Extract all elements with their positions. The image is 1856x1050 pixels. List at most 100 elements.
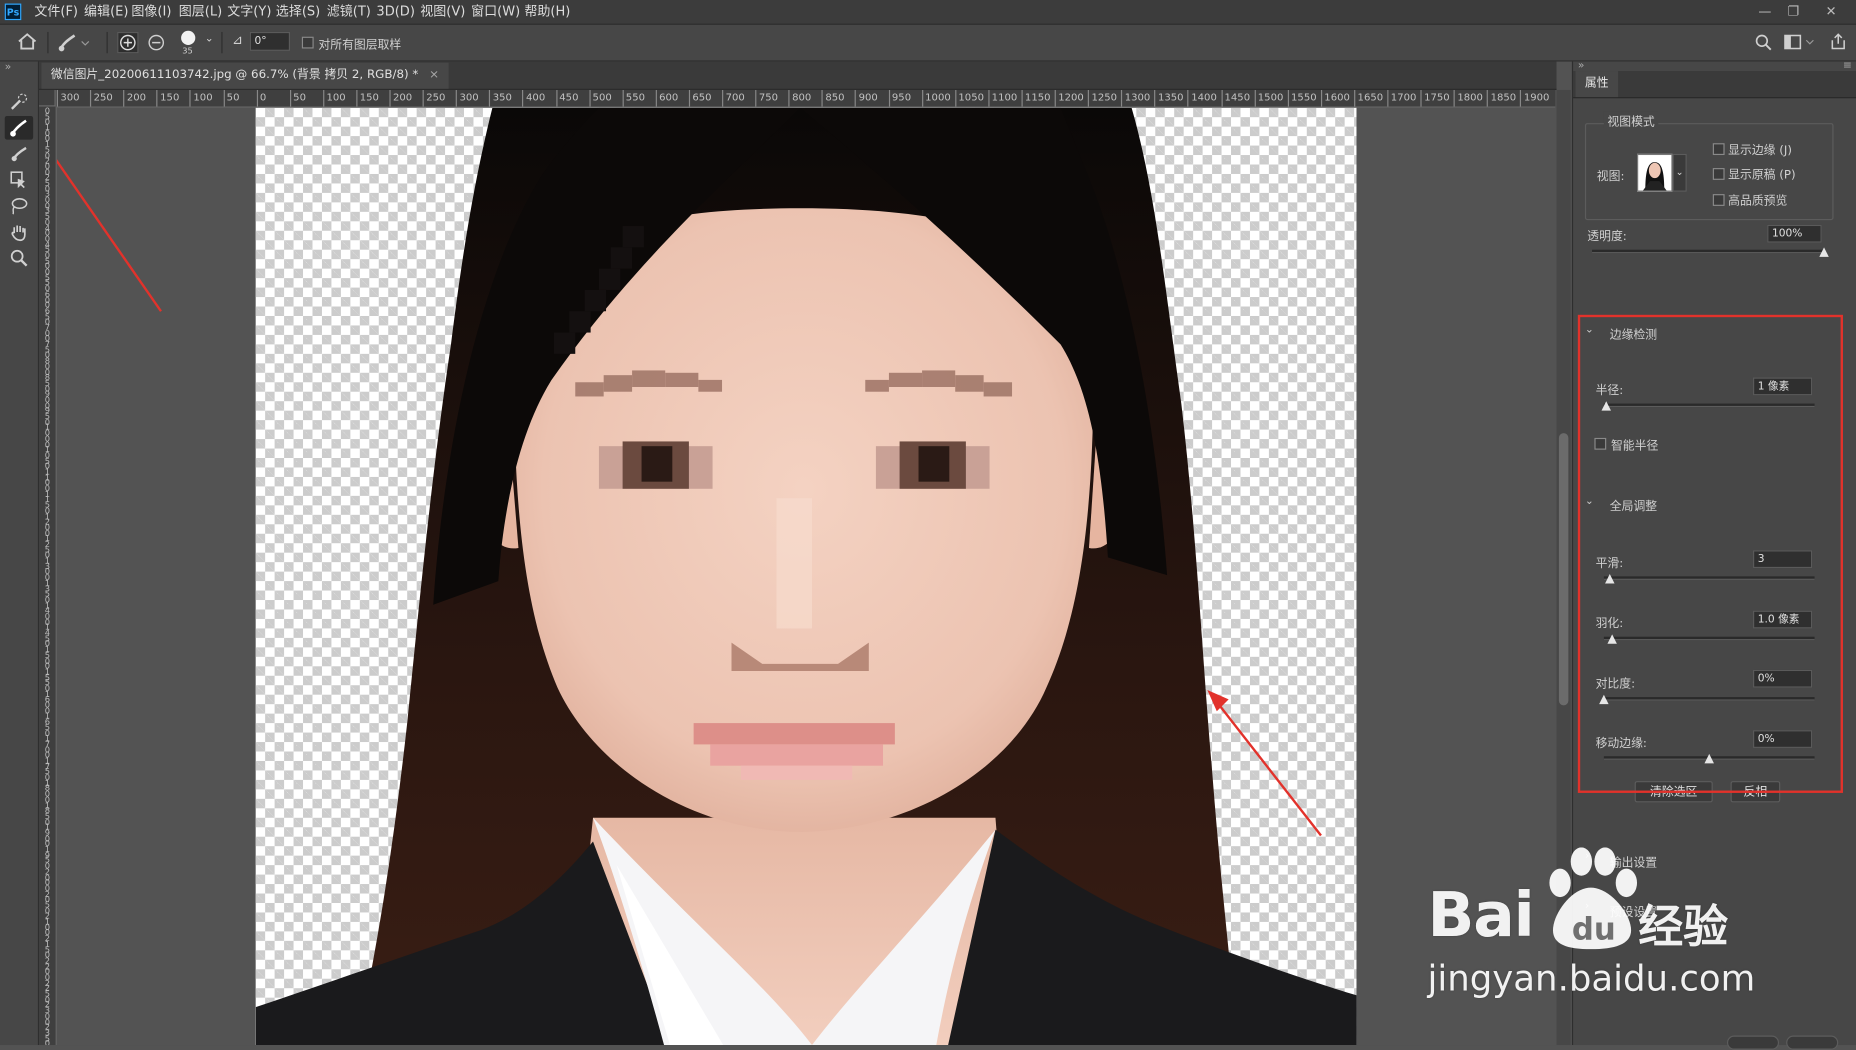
document-tab-bar: 微信图片_20200611103742.jpg @ 66.7% (背景 拷贝 2… bbox=[39, 61, 1557, 90]
document-tab[interactable]: 微信图片_20200611103742.jpg @ 66.7% (背景 拷贝 2… bbox=[41, 62, 449, 89]
menu-3d[interactable]: 3D(D) bbox=[376, 0, 415, 24]
refine-edge-brush-tool-icon[interactable] bbox=[4, 115, 34, 140]
ruler-tick-label: 0 bbox=[44, 1039, 50, 1046]
home-icon[interactable] bbox=[17, 32, 38, 54]
opacity-slider-thumb[interactable] bbox=[1819, 247, 1829, 257]
ruler-tick-label: 1700 bbox=[1387, 89, 1416, 107]
ruler-tick-label: 750 bbox=[755, 89, 778, 107]
ruler-tick-label: 50 bbox=[289, 89, 306, 107]
share-icon[interactable] bbox=[1829, 32, 1848, 54]
opacity-input[interactable]: 100% bbox=[1767, 224, 1822, 243]
ruler-tick-label: 200 bbox=[123, 89, 146, 107]
menu-window[interactable]: 窗口(W) bbox=[471, 0, 520, 24]
zoom-tool-icon[interactable] bbox=[5, 246, 33, 270]
properties-tab-bar: 属性 bbox=[1573, 71, 1856, 99]
close-window-button[interactable]: ✕ bbox=[1818, 0, 1844, 24]
ruler-tick-label: 1000 bbox=[921, 89, 951, 107]
angle-input[interactable]: 0° bbox=[249, 31, 290, 51]
hq-preview-checkbox[interactable] bbox=[1712, 194, 1725, 206]
sample-all-layers-checkbox[interactable] bbox=[301, 36, 314, 49]
subtract-mode-icon[interactable] bbox=[146, 32, 167, 57]
ruler-tick-label: 150 bbox=[356, 89, 379, 107]
ruler-tick-label: 300 bbox=[455, 89, 479, 107]
menu-type[interactable]: 文字(Y) bbox=[227, 0, 271, 24]
ruler-tick-label: 1400 bbox=[1187, 89, 1217, 107]
red-arrow-right bbox=[1211, 695, 1322, 837]
ruler-tick-label: 1550 bbox=[1287, 89, 1317, 107]
brush-tool-icon[interactable] bbox=[5, 142, 33, 166]
tab-properties[interactable]: 属性 bbox=[1575, 71, 1619, 98]
baidu-watermark: Bai du 经验 jingyan.baidu.com bbox=[1420, 838, 1799, 1027]
ruler-tick-label: 250 bbox=[90, 89, 113, 107]
tools-panel: » bbox=[0, 61, 40, 1046]
view-thumbnail[interactable] bbox=[1637, 153, 1673, 192]
ruler-tick-label: 1650 bbox=[1353, 89, 1383, 107]
close-tab-icon[interactable]: × bbox=[429, 69, 439, 82]
ruler-tick-label: 1800 bbox=[1453, 89, 1483, 107]
restore-button[interactable]: ❐ bbox=[1780, 0, 1806, 24]
minimize-button[interactable]: — bbox=[1752, 0, 1778, 24]
ruler-tick-label: 1250 bbox=[1087, 89, 1117, 107]
ruler-tick-label: 100 bbox=[322, 89, 346, 107]
ok-button[interactable] bbox=[1786, 1035, 1839, 1050]
ruler-tick-label: 300 bbox=[56, 89, 80, 107]
show-original-checkbox[interactable] bbox=[1712, 168, 1725, 180]
ruler-tick-label: 50 bbox=[223, 89, 239, 107]
opacity-slider-track[interactable] bbox=[1592, 249, 1825, 254]
canvas-area[interactable] bbox=[56, 107, 1556, 1046]
menu-bar: Ps 文件(F) 编辑(E) 图像(I) 图层(L) 文字(Y) 选择(S) 滤… bbox=[0, 0, 1856, 25]
menu-select[interactable]: 选择(S) bbox=[276, 0, 320, 24]
vertical-ruler: 0501001502002503003504004505005506006507… bbox=[39, 106, 57, 1046]
cancel-button[interactable] bbox=[1726, 1035, 1780, 1050]
ruler-tick-label: 600 bbox=[655, 89, 678, 107]
ruler-tick-label: 1900 bbox=[1520, 89, 1549, 107]
ruler-tick-label: 1750 bbox=[1420, 89, 1450, 107]
ruler-tick-label: 800 bbox=[788, 89, 811, 107]
menu-view[interactable]: 视图(V) bbox=[420, 0, 465, 24]
show-edge-label: 显示边缘 (J) bbox=[1728, 144, 1793, 158]
menu-help[interactable]: 帮助(H) bbox=[524, 0, 570, 24]
menu-edit[interactable]: 编辑(E) bbox=[84, 0, 128, 24]
ruler-tick-label: 950 bbox=[888, 89, 911, 107]
object-selection-tool-icon[interactable] bbox=[5, 168, 33, 192]
menu-layer[interactable]: 图层(L) bbox=[179, 0, 222, 24]
ps-logo-icon: Ps bbox=[4, 3, 22, 21]
collapse-arrows-icon[interactable]: » bbox=[5, 62, 12, 74]
search-icon[interactable] bbox=[1754, 33, 1773, 55]
horizontal-ruler: 300 250 200 150 100 50 0 50 100 150 200 250 300 350 40… bbox=[56, 89, 1556, 108]
scrollbar-thumb[interactable] bbox=[1558, 433, 1569, 706]
angle-icon: ⊿ bbox=[231, 31, 243, 48]
ruler-tick-label: 1850 bbox=[1487, 89, 1516, 107]
menu-image[interactable]: 图像(I) bbox=[131, 0, 171, 24]
show-edge-checkbox[interactable] bbox=[1712, 143, 1725, 156]
add-mode-icon[interactable] bbox=[117, 31, 139, 57]
chevron-down-icon[interactable]: ⌄ bbox=[205, 33, 214, 45]
ruler-tick-label: 200 bbox=[389, 89, 412, 107]
ruler-origin[interactable] bbox=[39, 89, 56, 107]
watermark-brand: Bai bbox=[1427, 880, 1535, 952]
opacity-label: 透明度: bbox=[1587, 230, 1627, 244]
ruler-tick-label: 1500 bbox=[1254, 89, 1283, 107]
ruler-tick-label: 1150 bbox=[1021, 89, 1051, 107]
refine-brush-preset-icon[interactable] bbox=[57, 32, 90, 57]
ruler-tick-label: 1300 bbox=[1121, 89, 1150, 107]
workspace-icon[interactable] bbox=[1784, 33, 1817, 55]
red-arrow-left bbox=[56, 158, 162, 312]
menu-file[interactable]: 文件(F) bbox=[34, 0, 78, 24]
ruler-tick-label: 400 bbox=[522, 89, 545, 107]
menu-filter[interactable]: 滤镜(T) bbox=[327, 0, 371, 24]
chevron-down-icon[interactable]: ⌄ bbox=[1672, 153, 1687, 192]
ruler-tick-label: 1200 bbox=[1054, 89, 1084, 107]
ruler-tick-label: 1450 bbox=[1220, 89, 1250, 107]
sample-all-layers-label: 对所有图层取样 bbox=[318, 39, 402, 53]
quick-selection-tool-icon[interactable] bbox=[5, 90, 33, 114]
watermark-suffix: 经验 bbox=[1638, 900, 1729, 953]
watermark-url: jingyan.baidu.com bbox=[1427, 958, 1756, 1001]
annotation-overlay bbox=[56, 158, 1322, 837]
options-bar: 35 ⌄ ⊿ 0° 对所有图层取样 bbox=[0, 24, 1856, 62]
lasso-tool-icon[interactable] bbox=[5, 194, 33, 218]
ruler-tick-label: 150 bbox=[156, 89, 179, 107]
hand-tool-icon[interactable] bbox=[5, 220, 33, 244]
ruler-tick-label: 650 bbox=[688, 89, 712, 107]
ruler-tick-label: 500 bbox=[588, 89, 612, 107]
